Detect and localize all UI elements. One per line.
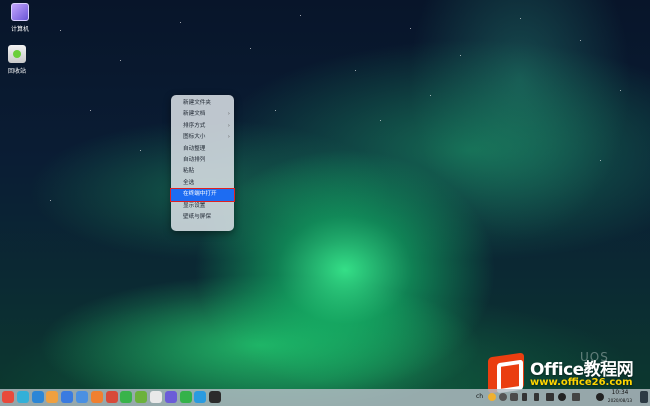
menu-item-label: 自动整理 <box>183 145 206 152</box>
watermark-url: www.office26.com <box>530 377 633 388</box>
terminal-icon[interactable] <box>209 391 222 403</box>
chat-icon[interactable] <box>179 391 192 403</box>
desktop-icon-computer[interactable]: 计算机 <box>0 3 40 33</box>
network-tray-icon[interactable] <box>572 393 580 401</box>
video-icon[interactable] <box>90 391 103 403</box>
desktop-icon-trash[interactable]: 回收站 <box>0 45 37 75</box>
menu-item-sort-by[interactable]: 排序方式 › <box>171 121 234 132</box>
menu-item-label: 自动排列 <box>183 156 206 163</box>
store-icon[interactable] <box>194 391 207 403</box>
bell-tray-icon[interactable] <box>558 393 566 401</box>
app-store-icon[interactable] <box>46 391 59 403</box>
pen-tray-icon[interactable] <box>534 393 539 401</box>
shield-tray-icon[interactable] <box>510 393 518 401</box>
show-desktop-button[interactable] <box>640 391 648 403</box>
desktop-context-menu: 新建文件夹 新建文档 › 排序方式 › 图标大小 › 自动整理 自动排列 粘贴 全选 … <box>170 95 235 231</box>
menu-item-label: 全选 <box>183 179 195 186</box>
office-logo-icon <box>488 352 524 394</box>
chevron-right-icon: › <box>227 134 230 141</box>
menu-item-wallpaper[interactable]: 壁纸与屏保 <box>171 212 234 223</box>
browser-icon[interactable] <box>61 391 74 403</box>
clock-date: 2020/08/13 <box>607 398 633 403</box>
menu-item-icon-size[interactable]: 图标大小 › <box>171 132 234 143</box>
menu-item-label: 排序方式 <box>183 122 206 129</box>
taskbar: ch 10:34 2020/08/13 <box>0 389 650 406</box>
calendar-icon[interactable] <box>135 391 148 403</box>
launcher-icon[interactable] <box>2 391 14 403</box>
notification-tray-icon[interactable] <box>499 393 507 401</box>
multitask-icon[interactable] <box>16 391 29 403</box>
chat-tray-icon[interactable] <box>488 393 496 401</box>
music-icon[interactable] <box>76 391 88 403</box>
text-editor-icon[interactable] <box>150 391 162 403</box>
chevron-right-icon: › <box>227 122 230 129</box>
chevron-right-icon: › <box>227 111 230 118</box>
menu-item-open-in-terminal[interactable]: 在终端中打开 <box>170 188 235 202</box>
sun-tray-icon[interactable] <box>596 393 604 401</box>
menu-item-new-folder[interactable]: 新建文件夹 <box>171 98 234 109</box>
input-method-indicator[interactable]: ch <box>476 393 483 400</box>
image-viewer-icon[interactable] <box>120 391 133 403</box>
volume-tray-icon[interactable] <box>546 393 554 401</box>
edit-tray-icon[interactable] <box>522 393 527 401</box>
starfield <box>0 0 650 406</box>
menu-item-display-settings[interactable]: 显示设置 <box>171 201 234 212</box>
desktop-icon-label: 计算机 <box>10 26 29 33</box>
settings-icon[interactable] <box>164 391 177 403</box>
menu-item-auto-arrange[interactable]: 自动整理 <box>171 144 234 155</box>
menu-item-new-document[interactable]: 新建文档 › <box>171 109 234 120</box>
mail-icon[interactable] <box>105 391 118 403</box>
clock[interactable]: 10:34 2020/08/13 <box>606 390 634 404</box>
menu-item-label: 粘贴 <box>183 168 195 175</box>
menu-item-label: 图标大小 <box>183 134 206 141</box>
file-manager-icon[interactable] <box>31 391 44 403</box>
menu-item-label: 在终端中打开 <box>183 191 217 198</box>
clock-time: 10:34 <box>611 390 629 396</box>
menu-item-auto-align[interactable]: 自动排列 <box>171 155 234 166</box>
menu-item-label: 壁纸与屏保 <box>183 213 211 220</box>
menu-item-label: 显示设置 <box>183 202 206 209</box>
menu-item-label: 新建文件夹 <box>183 100 211 106</box>
desktop-icon-label: 回收站 <box>7 68 26 75</box>
computer-icon <box>11 3 29 21</box>
trash-icon <box>8 45 26 63</box>
menu-item-select-all[interactable]: 全选 <box>171 178 234 189</box>
site-watermark: Office教程网 www.office26.com <box>486 352 646 394</box>
menu-item-label: 新建文档 <box>183 111 206 118</box>
menu-item-paste[interactable]: 粘贴 <box>171 166 234 177</box>
